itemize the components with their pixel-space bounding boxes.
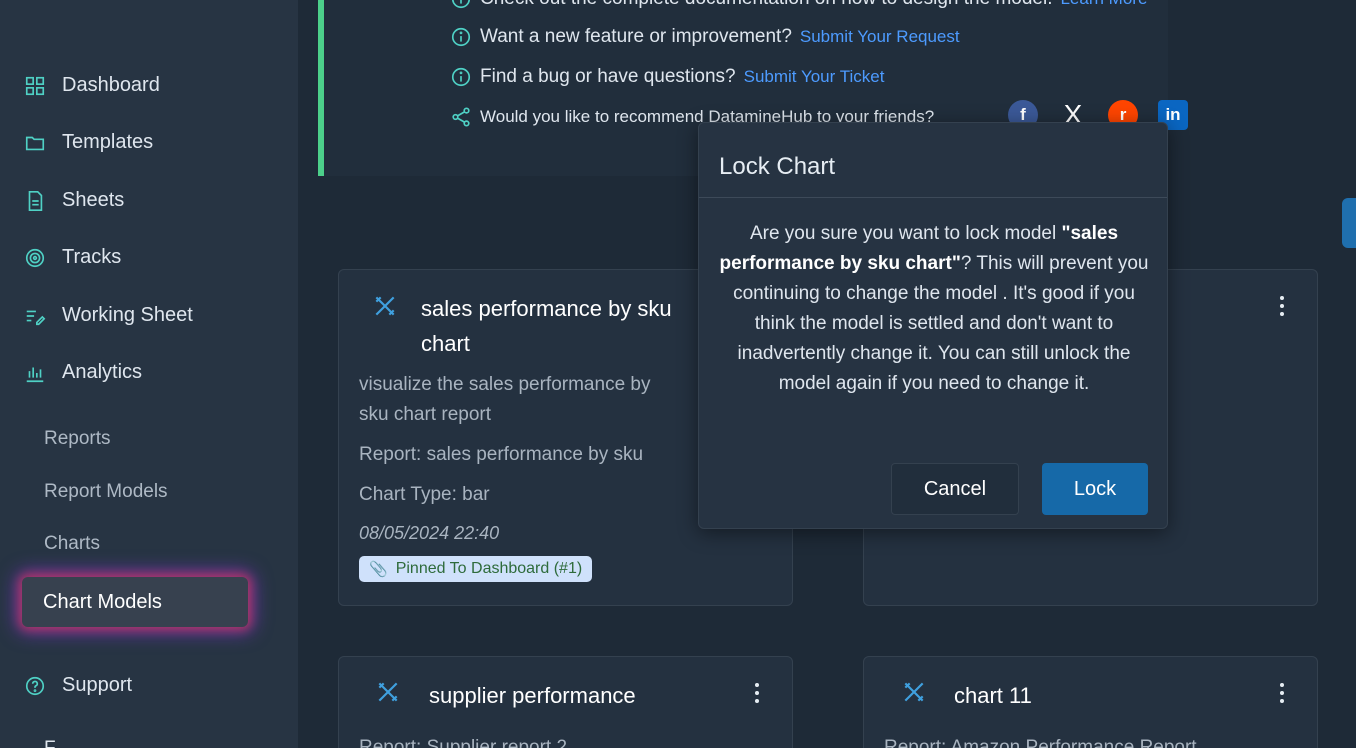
card-date: 08/05/2024 22:40 [359, 523, 500, 543]
pinned-badge[interactable]: 📎 Pinned To Dashboard (#1) [359, 556, 593, 582]
card-description: visualize the sales performance by [359, 374, 651, 395]
document-icon [24, 190, 46, 212]
card-title: chart 11 [954, 683, 1032, 708]
info-row-docs: Check out the complete documentation on … [450, 0, 1147, 10]
edit-list-icon [24, 305, 46, 327]
info-row-bug: Find a bug or have questions? Submit You… [450, 66, 884, 88]
sidebar-item-label: Templates [62, 131, 154, 153]
learn-more-link[interactable]: Learn More [1060, 0, 1147, 9]
info-row-feature: Want a new feature or improvement? Submi… [450, 26, 960, 48]
lock-chart-dialog: Lock Chart Are you sure you want to lock… [698, 122, 1168, 529]
sidebar-item-chart-models[interactable]: Chart Models [22, 577, 248, 627]
cancel-button[interactable]: Cancel [891, 463, 1019, 515]
help-circle-icon [24, 675, 46, 697]
folder-icon [24, 132, 46, 154]
pencil-ruler-icon [372, 293, 398, 319]
dashboard-icon [24, 75, 46, 97]
dialog-title: Lock Chart [719, 153, 836, 180]
lock-button[interactable]: Lock [1042, 463, 1148, 515]
dialog-message: Are you sure you want to lock model "sal… [719, 223, 1149, 394]
sidebar: Dashboard Templates Sheets Tracks Workin… [0, 0, 298, 748]
card-chart-type: Chart Type: bar [359, 484, 490, 505]
sidebar-item-report-models[interactable]: Report Models [44, 481, 168, 503]
sidebar-item-sheets[interactable]: Sheets [24, 189, 124, 212]
share-icon [450, 106, 472, 128]
chart-model-card[interactable]: chart 11 Report: Amazon Performance Repo… [863, 656, 1318, 748]
bar-chart-icon [24, 362, 46, 384]
sidebar-item-analytics[interactable]: Analytics [24, 361, 142, 384]
sidebar-item-label: Working Sheet [62, 304, 193, 326]
submit-request-link[interactable]: Submit Your Request [800, 27, 960, 47]
more-options-icon[interactable] [1272, 681, 1292, 705]
sidebar-item-label: Support [62, 674, 133, 696]
sidebar-item-reports[interactable]: Reports [44, 428, 111, 450]
sidebar-item-working-sheet[interactable]: Working Sheet [24, 304, 193, 327]
sidebar-item-label: Dashboard [62, 74, 160, 96]
dialog-divider [699, 197, 1167, 198]
info-icon [450, 26, 472, 48]
pencil-ruler-icon [901, 679, 927, 705]
sidebar-item-label: Sheets [62, 189, 125, 211]
card-report: Report: Supplier report 2 [359, 737, 568, 748]
sidebar-item-label: Tracks [62, 246, 122, 268]
target-icon [24, 247, 46, 269]
sidebar-item-label: Analytics [62, 361, 143, 383]
card-title: supplier performance [429, 683, 636, 708]
info-icon [450, 66, 472, 88]
paperclip-icon: 📎 [369, 561, 388, 578]
card-title: sales performance by sku [421, 296, 672, 321]
info-icon [450, 0, 472, 10]
chart-model-card[interactable]: supplier performance Report: Supplier re… [338, 656, 793, 748]
more-options-icon[interactable] [1272, 294, 1292, 318]
sidebar-item-tracks[interactable]: Tracks [24, 246, 121, 269]
sidebar-item-charts[interactable]: Charts [44, 533, 100, 555]
card-report: Report: sales performance by sku [359, 444, 644, 465]
card-description-cont: sku chart report [359, 404, 491, 425]
sidebar-item-support[interactable]: Support [24, 674, 132, 697]
more-options-icon[interactable] [747, 681, 767, 705]
card-report: Report: Amazon Performance Report [884, 737, 1197, 748]
submit-ticket-link[interactable]: Submit Your Ticket [744, 67, 885, 87]
card-title-cont: chart [421, 331, 470, 356]
side-tab-handle[interactable] [1342, 198, 1356, 248]
pencil-ruler-icon [375, 679, 401, 705]
sidebar-item-dashboard[interactable]: Dashboard [24, 74, 160, 97]
sidebar-item-partial[interactable]: F... [44, 738, 69, 748]
sidebar-item-templates[interactable]: Templates [24, 131, 153, 154]
